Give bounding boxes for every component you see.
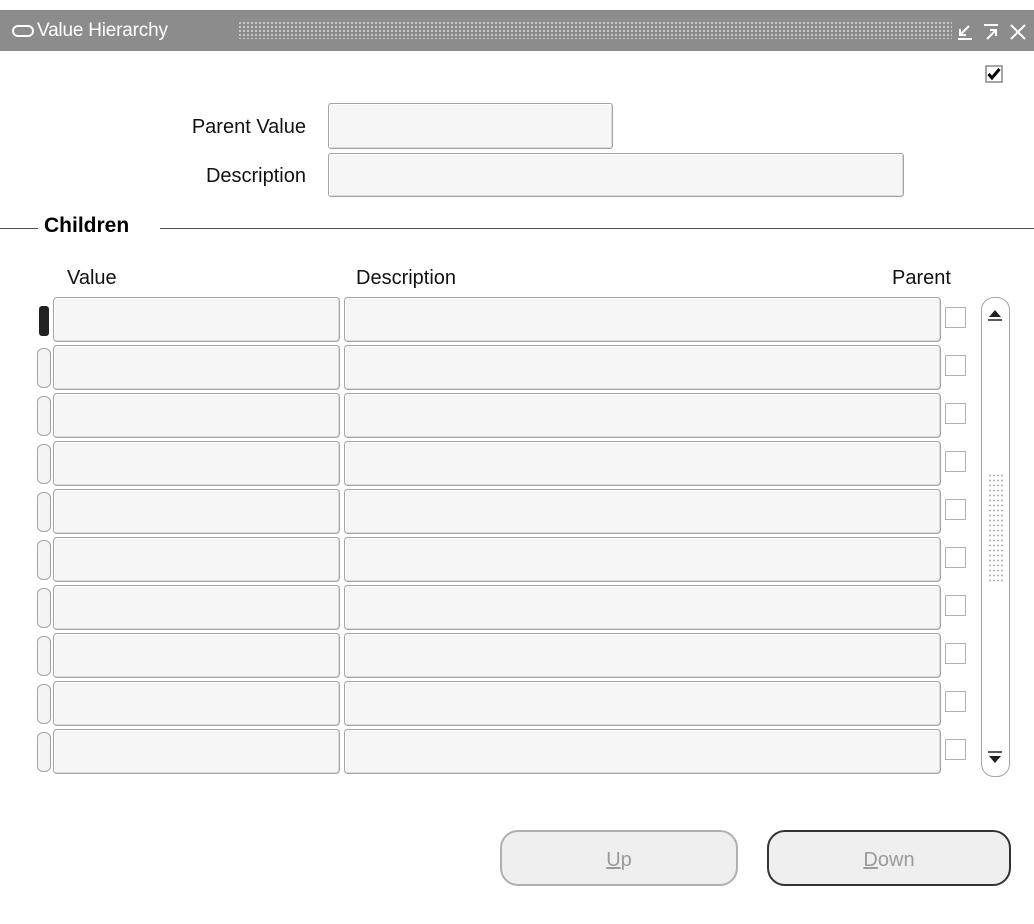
table-row bbox=[0, 584, 1034, 630]
parent-checkbox[interactable] bbox=[945, 691, 966, 712]
parent-checkbox[interactable] bbox=[945, 739, 966, 760]
row-indicator[interactable] bbox=[37, 348, 51, 388]
child-description-field[interactable] bbox=[344, 681, 941, 726]
row-indicator[interactable] bbox=[37, 732, 51, 772]
parent-checkbox[interactable] bbox=[945, 403, 966, 424]
up-button-label: p bbox=[620, 849, 632, 871]
parent-checkbox[interactable] bbox=[945, 643, 966, 664]
parent-checkbox[interactable] bbox=[945, 451, 966, 472]
title-bar-pattern bbox=[238, 21, 952, 39]
table-row bbox=[0, 632, 1034, 678]
parent-value-field[interactable] bbox=[328, 103, 613, 149]
table-row bbox=[0, 728, 1034, 774]
child-value-field[interactable] bbox=[53, 345, 340, 390]
parent-checkbox[interactable] bbox=[945, 307, 966, 328]
table-row bbox=[0, 680, 1034, 726]
row-indicator[interactable] bbox=[37, 636, 51, 676]
scroll-down-icon[interactable] bbox=[985, 748, 1005, 768]
table-row bbox=[0, 440, 1034, 486]
parent-checkbox[interactable] bbox=[945, 547, 966, 568]
child-description-field[interactable] bbox=[344, 297, 941, 342]
vertical-scrollbar[interactable] bbox=[981, 297, 1010, 777]
children-group-title: Children bbox=[44, 214, 130, 237]
record-checkbox[interactable] bbox=[985, 65, 1003, 83]
row-indicator[interactable] bbox=[37, 444, 51, 484]
child-value-field[interactable] bbox=[53, 729, 340, 774]
scroll-thumb[interactable] bbox=[988, 473, 1003, 583]
down-button-mnemonic: D bbox=[863, 849, 878, 871]
parent-checkbox[interactable] bbox=[945, 355, 966, 376]
child-description-field[interactable] bbox=[344, 729, 941, 774]
up-button-mnemonic: U bbox=[606, 849, 621, 871]
child-description-field[interactable] bbox=[344, 345, 941, 390]
child-value-field[interactable] bbox=[53, 393, 340, 438]
table-row bbox=[0, 536, 1034, 582]
row-indicator[interactable] bbox=[37, 588, 51, 628]
child-description-field[interactable] bbox=[344, 585, 941, 630]
table-row bbox=[0, 344, 1034, 390]
child-value-field[interactable] bbox=[53, 633, 340, 678]
child-value-field[interactable] bbox=[53, 297, 340, 342]
down-button[interactable]: Down bbox=[767, 830, 1011, 886]
column-header-parent: Parent bbox=[892, 267, 951, 289]
window-app-icon[interactable] bbox=[12, 25, 34, 37]
column-header-description: Description bbox=[356, 267, 457, 289]
row-indicator[interactable] bbox=[37, 396, 51, 436]
window-title: Value Hierarchy bbox=[37, 20, 168, 41]
title-bar: Value Hierarchy bbox=[0, 10, 1034, 51]
up-button[interactable]: Up bbox=[500, 830, 738, 886]
child-value-field[interactable] bbox=[53, 441, 340, 486]
row-indicator[interactable] bbox=[39, 306, 49, 336]
parent-checkbox[interactable] bbox=[945, 499, 966, 520]
row-indicator[interactable] bbox=[37, 684, 51, 724]
maximize-icon[interactable] bbox=[981, 22, 1001, 42]
description-field[interactable] bbox=[328, 153, 904, 197]
parent-checkbox[interactable] bbox=[945, 595, 966, 616]
close-icon[interactable] bbox=[1008, 22, 1028, 42]
child-description-field[interactable] bbox=[344, 489, 941, 534]
description-label: Description bbox=[205, 165, 306, 187]
scroll-up-icon[interactable] bbox=[985, 304, 1005, 324]
down-button-label: own bbox=[877, 849, 915, 871]
column-header-value: Value bbox=[67, 267, 117, 289]
child-description-field[interactable] bbox=[344, 393, 941, 438]
table-row bbox=[0, 488, 1034, 534]
child-description-field[interactable] bbox=[344, 537, 941, 582]
child-value-field[interactable] bbox=[53, 681, 340, 726]
child-description-field[interactable] bbox=[344, 441, 941, 486]
group-divider-right bbox=[160, 228, 1034, 229]
minimize-icon[interactable] bbox=[955, 22, 975, 42]
table-row bbox=[0, 296, 1034, 342]
child-value-field[interactable] bbox=[53, 489, 340, 534]
row-indicator[interactable] bbox=[37, 540, 51, 580]
child-description-field[interactable] bbox=[344, 633, 941, 678]
group-divider-left bbox=[0, 228, 38, 229]
row-indicator[interactable] bbox=[37, 492, 51, 532]
child-value-field[interactable] bbox=[53, 585, 340, 630]
parent-value-label: Parent Value bbox=[191, 116, 306, 138]
table-row bbox=[0, 392, 1034, 438]
child-value-field[interactable] bbox=[53, 537, 340, 582]
